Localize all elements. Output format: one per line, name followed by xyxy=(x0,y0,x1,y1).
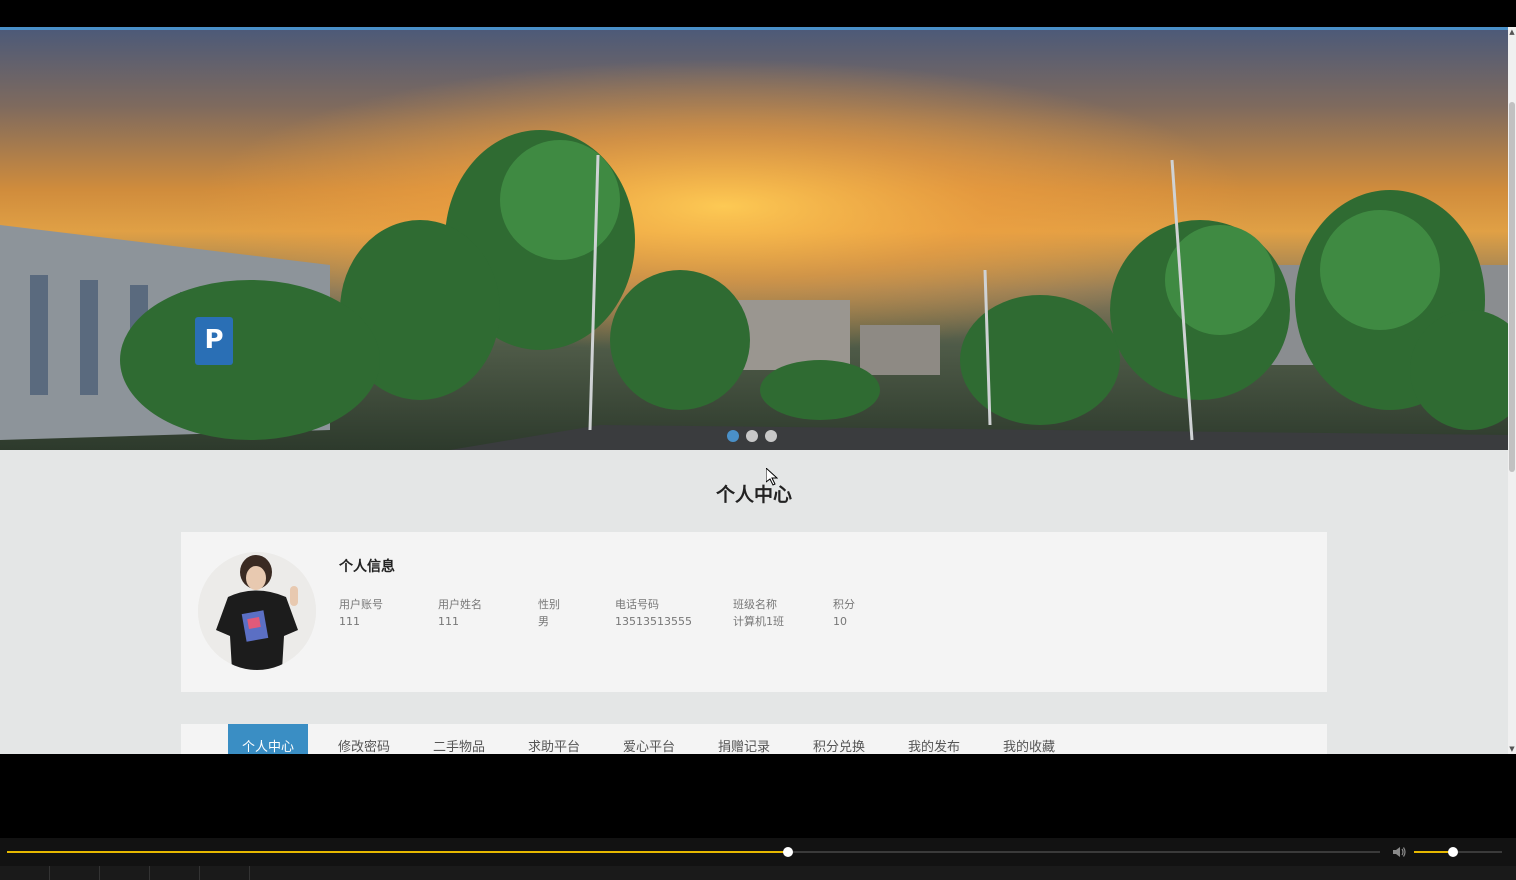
profile-heading: 个人信息 xyxy=(339,559,395,575)
info-label: 用户账号 xyxy=(339,598,383,611)
tab-item[interactable]: 求助平台 xyxy=(528,724,580,754)
speaker-icon[interactable] xyxy=(1391,844,1407,860)
campus-sunset-image: P xyxy=(0,30,1508,450)
tab-item[interactable]: 积分兑换 xyxy=(813,724,865,754)
taskbar-slot[interactable] xyxy=(0,866,50,880)
info-value: 男 xyxy=(538,615,549,628)
mouse-cursor-icon xyxy=(766,468,778,486)
info-label: 电话号码 xyxy=(615,598,659,611)
svg-text:P: P xyxy=(204,325,223,355)
info-value: 13513513555 xyxy=(615,615,692,628)
taskbar xyxy=(0,866,1516,880)
tab-item[interactable]: 我的收藏 xyxy=(1003,724,1055,754)
page-title: 个人中心 xyxy=(715,484,792,506)
tab-item[interactable]: 修改密码 xyxy=(338,724,390,754)
volume-fill xyxy=(1414,851,1453,853)
info-label: 性别 xyxy=(538,598,560,611)
tab-item[interactable]: 我的发布 xyxy=(908,724,960,754)
tab-item[interactable]: 爱心平台 xyxy=(623,724,675,754)
vertical-scrollbar[interactable]: ▲ ▼ xyxy=(1508,27,1516,754)
info-field: 电话号码 13513513555 xyxy=(615,597,692,631)
avatar-photo xyxy=(198,552,316,670)
banner-carousel[interactable]: P xyxy=(0,30,1508,450)
browser-viewport: P 个人中心 个人信息 用户账号 111 用户姓名 111 性别男 电话号码 1351351… xyxy=(0,27,1508,754)
taskbar-slot[interactable] xyxy=(150,866,200,880)
info-value: 10 xyxy=(833,615,847,628)
scroll-up-icon[interactable]: ▲ xyxy=(1508,27,1516,37)
progress-handle[interactable] xyxy=(783,847,794,857)
progress-fill xyxy=(7,851,789,853)
info-label: 积分 xyxy=(833,598,855,611)
info-field: 积分 10 xyxy=(833,597,855,631)
info-value: 计算机1班 xyxy=(733,615,784,628)
scroll-down-icon[interactable]: ▼ xyxy=(1508,744,1516,754)
carousel-dot[interactable] xyxy=(727,430,739,442)
info-label: 班级名称 xyxy=(733,598,777,611)
profile-card: 个人信息 用户账号 111 用户姓名 111 性别男 电话号码 13513513555 班级名… xyxy=(181,532,1327,692)
taskbar-slot[interactable] xyxy=(200,866,250,880)
volume-slider[interactable] xyxy=(1414,847,1502,857)
info-field: 性别男 xyxy=(538,597,560,631)
taskbar-slot[interactable] xyxy=(50,866,100,880)
carousel-indicators xyxy=(727,430,777,442)
scrollbar-thumb[interactable] xyxy=(1509,102,1515,472)
progress-bar[interactable] xyxy=(7,847,1380,857)
avatar xyxy=(198,552,316,670)
carousel-dot[interactable] xyxy=(746,430,758,442)
video-player-controls xyxy=(0,838,1516,866)
tab-item[interactable]: 二手物品 xyxy=(433,724,485,754)
volume-handle[interactable] xyxy=(1447,847,1458,857)
profile-tab-bar: 个人中心 修改密码 二手物品 求助平台 爱心平台 捐赠记录 积分兑换 我的发布 我的收藏 xyxy=(181,724,1327,754)
info-value: 111 xyxy=(438,615,459,628)
info-field: 班级名称计算机1班 xyxy=(733,597,784,631)
tab-item[interactable]: 个人中心 xyxy=(228,724,309,754)
info-field: 用户账号 111 xyxy=(339,597,383,631)
carousel-dot[interactable] xyxy=(765,430,777,442)
info-value: 111 xyxy=(339,615,360,628)
tab-item[interactable]: 捐赠记录 xyxy=(718,724,770,754)
info-label: 用户姓名 xyxy=(438,598,482,611)
taskbar-slot[interactable] xyxy=(100,866,150,880)
info-field: 用户姓名 111 xyxy=(438,597,482,631)
